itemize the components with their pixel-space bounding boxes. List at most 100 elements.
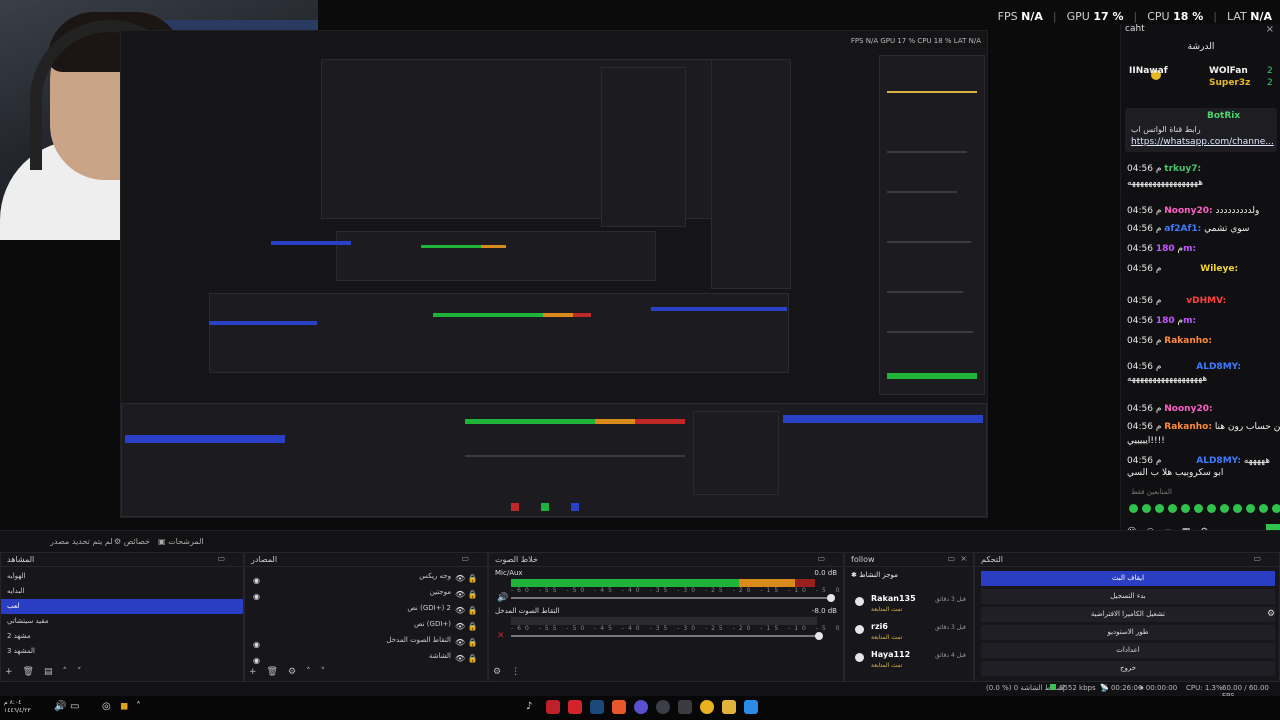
filters-button[interactable]: ▣ المرشحات xyxy=(158,537,204,546)
close-icon[interactable]: × xyxy=(1266,24,1274,35)
trash-icon[interactable]: 🗑 xyxy=(267,667,278,677)
activity-feed-title: ✱ موجز النشاط xyxy=(851,571,898,579)
scene-item[interactable]: لعب xyxy=(1,599,243,614)
source-item[interactable]: وجه ريكس xyxy=(245,569,487,584)
source-item[interactable]: موجتين xyxy=(245,585,487,600)
start-recording-button[interactable]: بدء التسجيل xyxy=(981,589,1275,604)
bitrate: 6552 kbps xyxy=(1050,684,1096,692)
settings-button[interactable]: اعدادات xyxy=(981,643,1275,658)
leader-3-score: 2 xyxy=(1267,78,1273,88)
source-toolbar: لم يتم تحديد مصدر ⚙ خصائص ▣ المرشحات xyxy=(0,530,1280,552)
desktop-meter-ticks: -60 -55 -50 -45 -40 -35 -30 -25 -20 -15 … xyxy=(511,625,844,632)
scene-item[interactable]: المشهد 3 xyxy=(1,644,243,659)
follow-event: Rakan135 تمت المتابعة قبل 3 دقائق xyxy=(851,593,971,619)
source-item[interactable]: التقاط الصوت المدخل xyxy=(245,633,487,648)
scene-item[interactable]: مشهد 2 xyxy=(1,629,243,644)
chevron-up-icon[interactable]: ˄ xyxy=(63,667,68,677)
desktop-volume-knob[interactable] xyxy=(815,632,823,640)
source-item[interactable]: نص (GDI+) 2 xyxy=(245,601,487,616)
mic-meter-yellow xyxy=(739,579,795,587)
tray-icon[interactable]: ◎ xyxy=(102,701,111,712)
menu-icon[interactable]: ⋮ xyxy=(511,667,520,677)
add-icon[interactable]: + xyxy=(249,667,257,677)
leader-2: WOlFan xyxy=(1209,66,1248,76)
popout-icon[interactable]: ▭ xyxy=(947,554,955,563)
chrome-icon[interactable] xyxy=(700,700,714,714)
chevron-down-icon[interactable]: ˅ xyxy=(77,667,82,677)
source-item[interactable]: الشاشة xyxy=(245,649,487,664)
desktop-volume-slider[interactable] xyxy=(511,635,821,637)
follow-event: rzi6 تمت المتابعة قبل 3 دقائق xyxy=(851,621,971,647)
chat-message: 04:56 م vDHMV: xyxy=(1127,296,1227,306)
gpu-stat: GPU 17 % xyxy=(1066,10,1124,23)
trash-icon[interactable]: 🗑 xyxy=(23,667,34,677)
gear-icon[interactable]: ⚙ xyxy=(493,667,501,677)
add-icon[interactable]: + xyxy=(5,667,13,677)
chat-mode-label: المتابعين فقط xyxy=(1131,488,1172,496)
leader-1: IINawaf xyxy=(1129,66,1168,76)
pinned-message[interactable]: BotRix رابط قناة الواتس اب https://whats… xyxy=(1125,108,1277,152)
no-source-label: لم يتم تحديد مصدر xyxy=(50,537,113,546)
chat-message: ههههههههههههههههههه xyxy=(1127,374,1208,384)
tray-icon-2[interactable]: ◼ xyxy=(120,701,128,712)
controls-dock: التحكم ▭ ايقاف البث بدء التسجيل تشغيل الك… xyxy=(974,552,1280,682)
volume-icon[interactable]: 🔊 xyxy=(497,593,508,603)
windows-icon[interactable] xyxy=(744,700,758,714)
brave-icon[interactable] xyxy=(612,700,626,714)
network-icon[interactable]: ▭ xyxy=(70,701,79,712)
popout-icon[interactable]: ▭ xyxy=(461,554,469,563)
muted-icon[interactable]: ✕ xyxy=(497,631,505,641)
scene-item[interactable]: الهوايه xyxy=(1,569,243,584)
mic-volume-slider[interactable] xyxy=(511,597,831,599)
mic-meter-red xyxy=(795,579,815,587)
desktop-channel-db: -8.0 dB xyxy=(811,607,837,615)
scene-item[interactable]: مقيد سيتشاتي xyxy=(1,614,243,629)
cpu-usage: CPU: 1.3% xyxy=(1186,684,1223,692)
properties-button[interactable]: ⚙ خصائص xyxy=(114,537,150,546)
popout-icon[interactable]: ▭ xyxy=(217,554,225,563)
visibility-icons[interactable]: 👁 🔒 👁 🔒 👁 🔒 👁 🔒 👁 🔒 👁 🔒 xyxy=(455,571,478,667)
steam-icon[interactable] xyxy=(590,700,604,714)
chevron-down-icon[interactable]: ˅ xyxy=(321,667,326,677)
pinned-link[interactable]: https://whatsapp.com/channe... xyxy=(1131,137,1274,147)
virtual-camera-button[interactable]: تشغيل الكاميرا الافتراضية xyxy=(981,607,1275,622)
app-icon[interactable] xyxy=(546,700,560,714)
scenes-title: المشاهد xyxy=(7,555,35,564)
follow-dock: follow ▭ × ✱ موجز النشاط Rakan135 تمت المت… xyxy=(844,552,974,682)
clock[interactable]: ٨:٠٤ م ١٤٤٦/٤/٢٣ xyxy=(4,699,31,715)
chat-message: هههههههههههههههههه xyxy=(1127,178,1203,188)
gear-icon[interactable]: ⚙ xyxy=(1267,609,1275,619)
speaker-icon[interactable]: 🔊 xyxy=(54,701,66,712)
chat-message: 04:56 م Noony20: xyxy=(1127,404,1213,414)
close-icon[interactable]: × xyxy=(960,554,967,563)
tiktok-icon[interactable]: ♪ xyxy=(526,701,532,712)
chat-header: caht xyxy=(1125,24,1145,34)
app-icon[interactable] xyxy=(568,700,582,714)
studio-mode-button[interactable]: طور الاستوديو xyxy=(981,625,1275,640)
calculator-icon[interactable] xyxy=(678,700,692,714)
mic-meter-green xyxy=(511,579,629,587)
popout-icon[interactable]: ▭ xyxy=(1253,554,1261,563)
exit-button[interactable]: خروج xyxy=(981,661,1275,676)
folder-icon[interactable] xyxy=(722,700,736,714)
mic-meter-ticks: -60 -55 -50 -45 -40 -35 -30 -25 -20 -15 … xyxy=(511,587,844,594)
filter-icon[interactable]: ▤ xyxy=(44,667,53,677)
chevron-up-icon[interactable]: ˄ xyxy=(136,701,141,712)
app-icon[interactable] xyxy=(656,700,670,714)
desktop-channel-name: التقاط الصوت المدخل xyxy=(495,607,560,615)
chevron-up-icon[interactable]: ˄ xyxy=(306,667,311,677)
popout-icon[interactable]: ▭ xyxy=(817,554,825,563)
stream-preview-capture: FPS N/A GPU 17 % CPU 18 % LAT N/A xyxy=(120,30,988,518)
cpu-stat: CPU 18 % xyxy=(1147,10,1204,23)
emote-bar[interactable] xyxy=(1129,504,1280,513)
obs-icon[interactable] xyxy=(634,700,648,714)
scene-item[interactable]: البدايه xyxy=(1,584,243,599)
mic-volume-knob[interactable] xyxy=(827,594,835,602)
pinned-bot-name: BotRix xyxy=(1207,111,1241,121)
stop-streaming-button[interactable]: ايقاف البث xyxy=(981,571,1275,586)
gear-icon[interactable]: ⚙ xyxy=(288,667,296,677)
source-item[interactable]: نص (GDI+) xyxy=(245,617,487,632)
chat-message: 04:56 م 180m: xyxy=(1127,316,1197,326)
chat-message: 04:56 م trkuy7: xyxy=(1127,164,1202,174)
rec-timer: ⏺ 00:00:00 xyxy=(1140,684,1178,692)
